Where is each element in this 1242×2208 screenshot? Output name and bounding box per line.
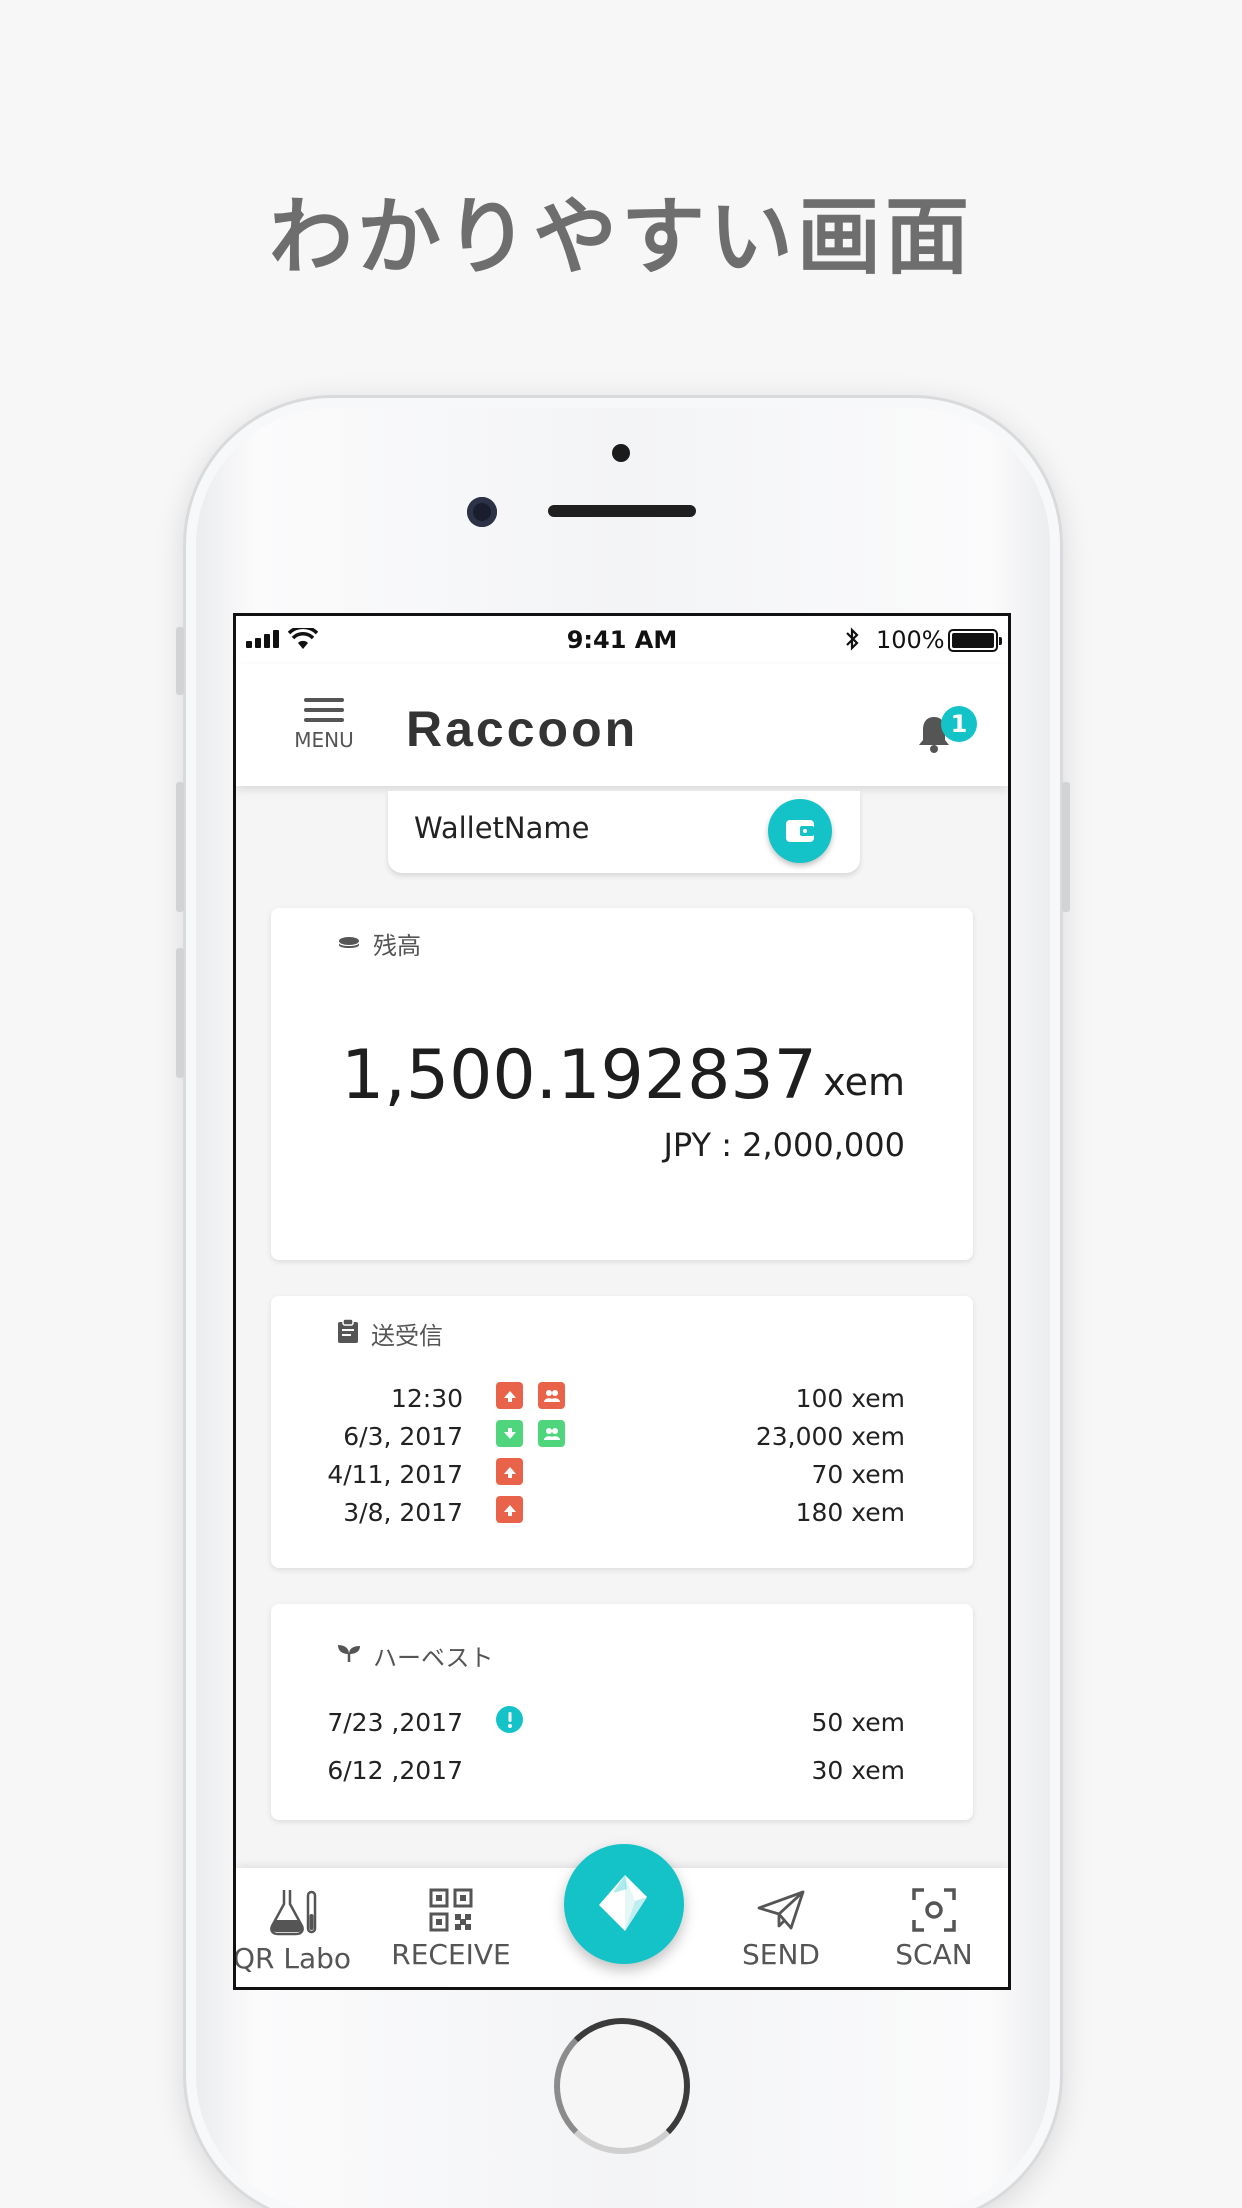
receive-icon <box>496 1420 523 1447</box>
send-icon <box>496 1382 523 1409</box>
menu-button[interactable]: MENU <box>288 698 360 752</box>
transaction-row[interactable]: 3/8, 2017 180 xem <box>271 1494 973 1532</box>
scan-icon <box>912 1888 956 1932</box>
transaction-amount: 100 xem <box>795 1384 905 1413</box>
harvest-row[interactable]: 6/12 ,2017 30 xem <box>271 1752 973 1790</box>
status-bar: 9:41 AM 100% <box>236 616 1008 664</box>
harvest-date: 6/12 ,2017 <box>327 1756 463 1785</box>
headline: わかりやすい画面 <box>268 188 973 286</box>
send-icon <box>496 1458 523 1485</box>
send-icon <box>496 1496 523 1523</box>
volume-up-button <box>176 782 184 912</box>
bottom-nav: QR Labo RECEIVE SEND SCAN <box>233 1844 1008 1990</box>
nav-scan[interactable]: SCAN <box>864 1888 1004 1971</box>
nav-scan-label: SCAN <box>895 1938 973 1971</box>
flask-icon <box>270 1890 317 1936</box>
volume-down-button <box>176 948 184 1078</box>
coins-icon <box>337 930 361 958</box>
bluetooth-icon <box>844 626 860 658</box>
balance-amount: 1,500.192837 <box>341 1036 817 1115</box>
transaction-date: 3/8, 2017 <box>343 1498 463 1527</box>
balance-unit: xem <box>823 1060 905 1104</box>
multisig-icon <box>538 1382 565 1409</box>
harvest-row[interactable]: 7/23 ,2017 50 xem <box>271 1704 973 1742</box>
paper-plane-icon <box>757 1890 805 1930</box>
transactions-card[interactable]: 送受信 12:30 100 xem 6/3, 2017 23,000 xem 4… <box>271 1296 973 1568</box>
menu-label: MENU <box>294 728 354 752</box>
sprout-icon <box>337 1642 361 1670</box>
transactions-header: 送受信 <box>337 1316 443 1351</box>
battery-percent: 100% <box>876 626 945 654</box>
hamburger-icon <box>304 698 344 722</box>
balance-card: 残高 1,500.192837 xem JPY : 2,000,000 <box>271 908 973 1260</box>
phone-screen: 9:41 AM 100% MENU Raccoon 1 WalletName 残… <box>233 613 1011 1990</box>
multisig-icon <box>538 1420 565 1447</box>
power-button <box>1062 782 1070 912</box>
qr-code-icon <box>429 1888 473 1932</box>
nav-qr-labo-label: QR Labo <box>233 1942 352 1975</box>
harvest-card[interactable]: ハーベスト 7/23 ,2017 50 xem 6/12 ,2017 30 xe… <box>271 1604 973 1820</box>
home-action-button[interactable] <box>564 1844 684 1964</box>
transaction-amount: 180 xem <box>795 1498 905 1527</box>
wallet-icon[interactable] <box>768 799 832 863</box>
transaction-date: 12:30 <box>390 1384 463 1413</box>
battery-icon <box>948 629 1002 652</box>
front-camera <box>467 497 497 527</box>
harvest-date: 7/23 ,2017 <box>327 1708 463 1737</box>
harvest-amount: 50 xem <box>811 1708 905 1737</box>
harvest-header: ハーベスト <box>337 1638 493 1673</box>
harvest-title: ハーベスト <box>373 1644 494 1672</box>
app-title: Raccoon <box>406 701 639 757</box>
home-button[interactable] <box>554 2018 690 2154</box>
nav-send-label: SEND <box>742 1938 820 1971</box>
nav-receive[interactable]: RECEIVE <box>381 1888 521 1971</box>
alert-icon <box>496 1706 523 1733</box>
transaction-row[interactable]: 6/3, 2017 23,000 xem <box>271 1418 973 1456</box>
transaction-row[interactable]: 4/11, 2017 70 xem <box>271 1456 973 1494</box>
transactions-title: 送受信 <box>371 1322 443 1350</box>
nav-send[interactable]: SEND <box>711 1888 851 1971</box>
clipboard-icon <box>337 1317 359 1350</box>
mute-switch <box>176 627 184 695</box>
transaction-row[interactable]: 12:30 100 xem <box>271 1380 973 1418</box>
transaction-date: 4/11, 2017 <box>327 1460 463 1489</box>
nav-qr-labo[interactable]: QR Labo <box>233 1888 362 1975</box>
balance-header: 残高 <box>337 926 421 961</box>
wallet-name: WalletName <box>414 811 590 845</box>
harvest-amount: 30 xem <box>811 1756 905 1785</box>
wallet-selector[interactable]: WalletName <box>388 791 860 873</box>
app-bar: MENU Raccoon 1 <box>236 664 1008 786</box>
notification-badge: 1 <box>941 706 977 742</box>
transaction-date: 6/3, 2017 <box>343 1422 463 1451</box>
active-tab-indicator <box>546 1987 701 1990</box>
transaction-amount: 23,000 xem <box>755 1422 905 1451</box>
balance-title: 残高 <box>373 932 421 960</box>
nav-receive-label: RECEIVE <box>391 1938 511 1971</box>
raccoon-logo-icon <box>599 1875 647 1931</box>
balance-jpy: JPY : 2,000,000 <box>663 1126 905 1164</box>
transaction-amount: 70 xem <box>811 1460 905 1489</box>
earpiece-speaker <box>548 505 696 517</box>
proximity-sensor <box>612 444 630 462</box>
